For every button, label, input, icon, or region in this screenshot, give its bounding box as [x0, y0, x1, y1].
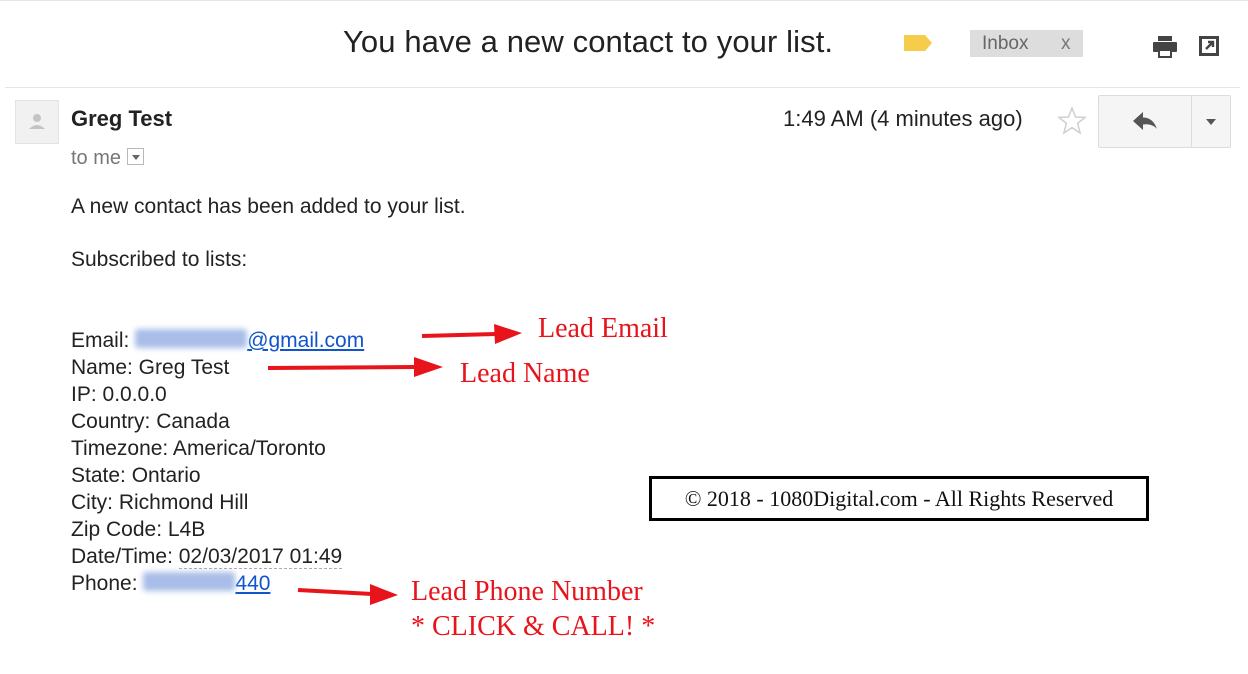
click-call-annotation: * CLICK & CALL! *	[411, 611, 656, 642]
reply-button[interactable]	[1099, 96, 1191, 147]
lead-phone-arrow-icon	[297, 584, 398, 605]
lead-name-annotation: Lead Name	[460, 358, 590, 389]
phone-visible-digits: 440	[235, 572, 271, 595]
zip-field: Zip Code: L4B	[71, 518, 206, 541]
reply-button-group	[1098, 95, 1231, 148]
email-subject: You have a new contact to your list.	[343, 24, 834, 59]
recipient-text: to me	[71, 147, 122, 169]
message-time: 1:49 AM (4 minutes ago)	[783, 106, 1023, 131]
print-icon[interactable]	[1151, 35, 1179, 59]
reply-icon	[1133, 112, 1157, 130]
star-icon[interactable]	[1056, 105, 1088, 137]
phone-field: Phone: 6475460440	[71, 570, 270, 597]
state-field: State: Ontario	[71, 464, 201, 487]
sender-name[interactable]: Greg Test	[71, 106, 172, 132]
datetime-field: Date/Time: 02/03/2017 01:49	[71, 543, 343, 570]
lead-phone-annotation: Lead Phone Number	[411, 576, 643, 607]
phone-label: Phone:	[71, 572, 144, 595]
email-domain: @gmail.com	[247, 329, 365, 352]
label-tag-icon[interactable]	[903, 34, 933, 52]
phone-link[interactable]: 6475460440	[143, 572, 270, 595]
inbox-label-text: Inbox	[982, 33, 1029, 54]
copyright-notice: © 2018 - 1080Digital.com - All Rights Re…	[649, 476, 1149, 521]
timezone-field: Timezone: America/Toronto	[71, 437, 326, 460]
country-field: Country: Canada	[71, 410, 230, 433]
email-field: Email: gregs2000@gmail.com	[71, 327, 364, 354]
open-in-new-window-icon[interactable]	[1197, 34, 1221, 58]
email-label: Email:	[71, 329, 136, 352]
lead-email-annotation: Lead Email	[538, 313, 668, 344]
more-actions-dropdown[interactable]	[1192, 96, 1230, 147]
datetime-label: Date/Time:	[71, 545, 179, 568]
remove-label-button[interactable]: x	[1061, 30, 1071, 57]
city-field: City: Richmond Hill	[71, 491, 249, 514]
avatar[interactable]	[15, 100, 59, 144]
top-divider	[0, 0, 1248, 1]
ip-field: IP: 0.0.0.0	[71, 383, 167, 406]
datetime-value[interactable]: 02/03/2017 01:49	[178, 545, 343, 569]
show-details-dropdown-icon[interactable]	[127, 148, 145, 165]
body-intro: A new contact has been added to your lis…	[71, 195, 466, 218]
recipient-line: to me	[71, 147, 145, 170]
lead-name-arrow-icon	[267, 357, 443, 377]
name-field: Name: Greg Test	[71, 356, 230, 379]
person-icon	[29, 114, 45, 129]
email-link[interactable]: gregs2000@gmail.com	[135, 329, 364, 352]
body-lists-heading: Subscribed to lists:	[71, 248, 248, 271]
phone-redacted: 6475460	[143, 572, 236, 591]
inbox-label-chip[interactable]: Inbox x	[970, 30, 1083, 57]
lead-email-arrow-icon	[421, 324, 522, 344]
email-redacted: gregs2000	[135, 329, 248, 348]
header-divider	[5, 87, 1240, 88]
